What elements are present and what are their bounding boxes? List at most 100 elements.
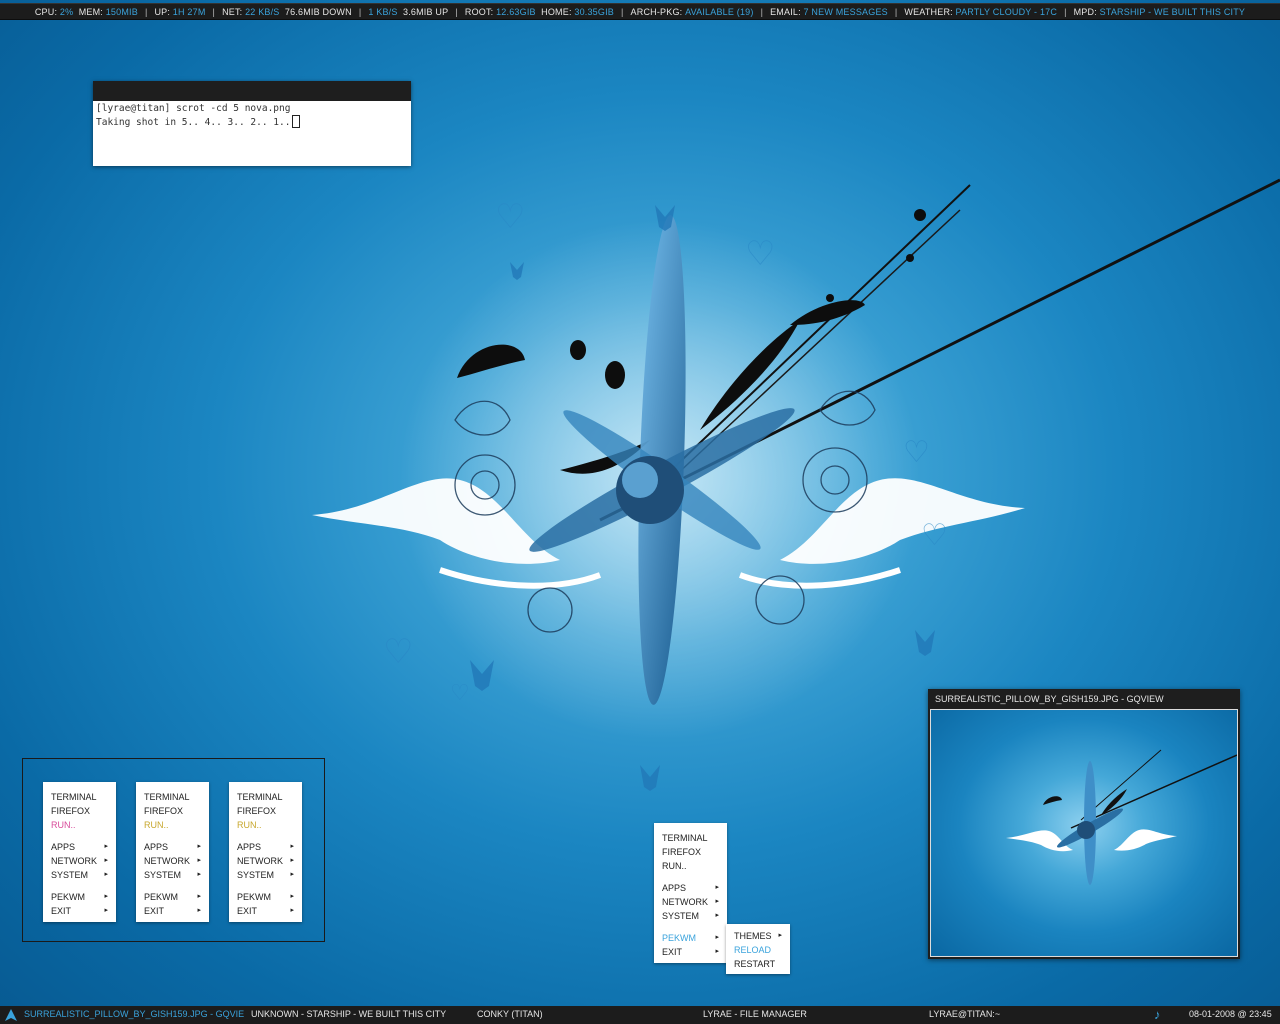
home-value: 30.35GIB <box>574 6 614 17</box>
menu-item-system[interactable]: SYSTEM ▸ <box>136 868 209 882</box>
menu-item-label: APPS <box>662 883 687 893</box>
net-up-total: 3.6MIB UP <box>403 6 449 17</box>
submenu-arrow-icon: ▸ <box>197 843 201 850</box>
menu-item-run[interactable]: RUN.. <box>654 859 727 873</box>
task-file-manager[interactable]: LYRAE - FILE MANAGER <box>703 1009 807 1019</box>
net-up-rate: 1 KB/S <box>368 6 398 17</box>
root-menu-1: TERMINAL FIREFOX RUN.. APPS ▸ NETWORK ▸ SY… <box>43 782 116 922</box>
email-value: 7 NEW MESSAGES <box>803 6 888 17</box>
submenu-arrow-icon: ▸ <box>715 884 719 891</box>
terminal-titlebar[interactable] <box>93 81 411 101</box>
gqview-window[interactable]: SURREALISTIC_PILLOW_BY_GISH159.JPG - GQV… <box>928 689 1240 959</box>
menu-item-run[interactable]: RUN.. <box>136 818 209 832</box>
menu-item-label: NETWORK <box>662 897 708 907</box>
separator: | <box>760 6 764 17</box>
menu-item-apps[interactable]: APPS ▸ <box>136 840 209 854</box>
menu-item-run[interactable]: RUN.. <box>43 818 116 832</box>
menu-item-label: SYSTEM <box>662 911 700 921</box>
terminal-window[interactable]: [lyrae@titan] scrot -cd 5 nova.png Takin… <box>93 81 411 166</box>
menu-item-network[interactable]: NETWORK ▸ <box>229 854 302 868</box>
submenu-arrow-icon: ▸ <box>104 893 108 900</box>
root-label: ROOT: <box>464 6 494 17</box>
menu-item-apps[interactable]: APPS ▸ <box>229 840 302 854</box>
menu-item-pekwm[interactable]: PEKWM ▸ <box>229 890 302 904</box>
submenu-arrow-icon: ▸ <box>290 893 294 900</box>
menu-item-firefox[interactable]: FIREFOX <box>229 804 302 818</box>
task-terminal[interactable]: LYRAE@TITAN:~ <box>929 1009 1000 1019</box>
svg-text:♡: ♡ <box>745 234 775 274</box>
separator: | <box>621 6 624 17</box>
menu-item-system[interactable]: SYSTEM ▸ <box>229 868 302 882</box>
menu-item-run[interactable]: RUN.. <box>229 818 302 832</box>
menu-item-firefox[interactable]: FIREFOX <box>43 804 116 818</box>
menu-item-network[interactable]: NETWORK ▸ <box>136 854 209 868</box>
menu-item-firefox[interactable]: FIREFOX <box>654 845 727 859</box>
submenu-arrow-icon: ▸ <box>104 871 108 878</box>
uptime-label: UP: <box>154 6 171 17</box>
menu-item-terminal[interactable]: TERMINAL <box>654 831 727 845</box>
cpu-value: 2% <box>59 6 74 17</box>
menu-item-label: NETWORK <box>237 856 283 866</box>
task-gqview[interactable]: SURREALISTIC_PILLOW_BY_GISH159.JPG - GQV… <box>24 1009 244 1019</box>
menu-item-terminal[interactable]: TERMINAL <box>43 790 116 804</box>
net-label: NET: <box>222 6 243 17</box>
terminal-line: [lyrae@titan] scrot -cd 5 nova.png <box>96 103 291 114</box>
menu-item-system[interactable]: SYSTEM ▸ <box>654 909 727 923</box>
home-label: HOME: <box>541 6 572 17</box>
menu-item-label: NETWORK <box>144 856 190 866</box>
menu-item-terminal[interactable]: TERMINAL <box>229 790 302 804</box>
mpd-value: STARSHIP - WE BUILT THIS CITY <box>1099 6 1246 17</box>
task-music-player[interactable]: UNKNOWN - STARSHIP - WE BUILT THIS CITY <box>251 1009 446 1019</box>
menu-item-firefox[interactable]: FIREFOX <box>136 804 209 818</box>
pekwm-submenu: THEMES ▸ RELOAD RESTART <box>726 924 790 974</box>
submenu-arrow-icon: ▸ <box>197 893 201 900</box>
menu-item-exit[interactable]: EXIT ▸ <box>136 904 209 918</box>
submenu-arrow-icon: ▸ <box>197 857 201 864</box>
arch-logo-icon[interactable] <box>5 1009 17 1021</box>
mem-label: MEM: <box>78 6 104 17</box>
root-menu-live: TERMINAL FIREFOX RUN.. APPS ▸ NETWORK ▸ SY… <box>654 823 727 963</box>
menu-item-exit[interactable]: EXIT ▸ <box>654 945 727 959</box>
menu-item-reload[interactable]: RELOAD <box>726 943 790 957</box>
menu-item-label: SYSTEM <box>237 870 275 880</box>
cpu-label: CPU: <box>34 6 58 17</box>
submenu-arrow-icon: ▸ <box>290 871 294 878</box>
menu-item-terminal[interactable]: TERMINAL <box>136 790 209 804</box>
net-down-total: 76.6MIB DOWN <box>284 6 352 17</box>
arch-pkg-value: AVAILABLE (19) <box>685 6 754 17</box>
submenu-arrow-icon: ▸ <box>715 934 719 941</box>
menu-item-label: SYSTEM <box>144 870 182 880</box>
menu-item-exit[interactable]: EXIT ▸ <box>43 904 116 918</box>
submenu-arrow-icon: ▸ <box>290 843 294 850</box>
menu-item-label: NETWORK <box>51 856 97 866</box>
mpd-label: MPD: <box>1073 6 1097 17</box>
gqview-title[interactable]: SURREALISTIC_PILLOW_BY_GISH159.JPG - GQV… <box>928 689 1240 709</box>
menu-item-pekwm[interactable]: PEKWM ▸ <box>43 890 116 904</box>
menu-item-pekwm[interactable]: PEKWM ▸ <box>654 931 727 945</box>
menu-item-restart[interactable]: RESTART <box>726 957 790 971</box>
menu-item-apps[interactable]: APPS ▸ <box>43 840 116 854</box>
menu-item-network[interactable]: NETWORK ▸ <box>654 895 727 909</box>
taskbar: SURREALISTIC_PILLOW_BY_GISH159.JPG - GQV… <box>0 1006 1280 1024</box>
menu-item-apps[interactable]: APPS ▸ <box>654 881 727 895</box>
svg-text:♡: ♡ <box>450 681 470 706</box>
submenu-arrow-icon: ▸ <box>104 857 108 864</box>
terminal-output: Taking shot in 5.. 4.. 3.. 2.. 1.. <box>96 117 291 128</box>
menu-item-label: APPS <box>51 842 76 852</box>
submenu-arrow-icon: ▸ <box>104 907 108 914</box>
menu-item-label: EXIT <box>662 947 683 957</box>
music-note-icon[interactable]: ♪ <box>1154 1007 1161 1022</box>
submenu-arrow-icon: ▸ <box>197 871 201 878</box>
menu-item-label: EXIT <box>51 906 72 916</box>
menu-item-system[interactable]: SYSTEM ▸ <box>43 868 116 882</box>
menu-item-exit[interactable]: EXIT ▸ <box>229 904 302 918</box>
menu-item-pekwm[interactable]: PEKWM ▸ <box>136 890 209 904</box>
menu-item-themes[interactable]: THEMES ▸ <box>726 929 790 943</box>
terminal-body[interactable]: [lyrae@titan] scrot -cd 5 nova.png Takin… <box>93 101 411 131</box>
menu-item-label: PEKWM <box>144 892 179 902</box>
separator: | <box>144 6 148 17</box>
menu-item-label: PEKWM <box>662 933 697 943</box>
task-conky[interactable]: CONKY (TITAN) <box>477 1009 543 1019</box>
terminal-cursor <box>292 115 301 128</box>
menu-item-network[interactable]: NETWORK ▸ <box>43 854 116 868</box>
